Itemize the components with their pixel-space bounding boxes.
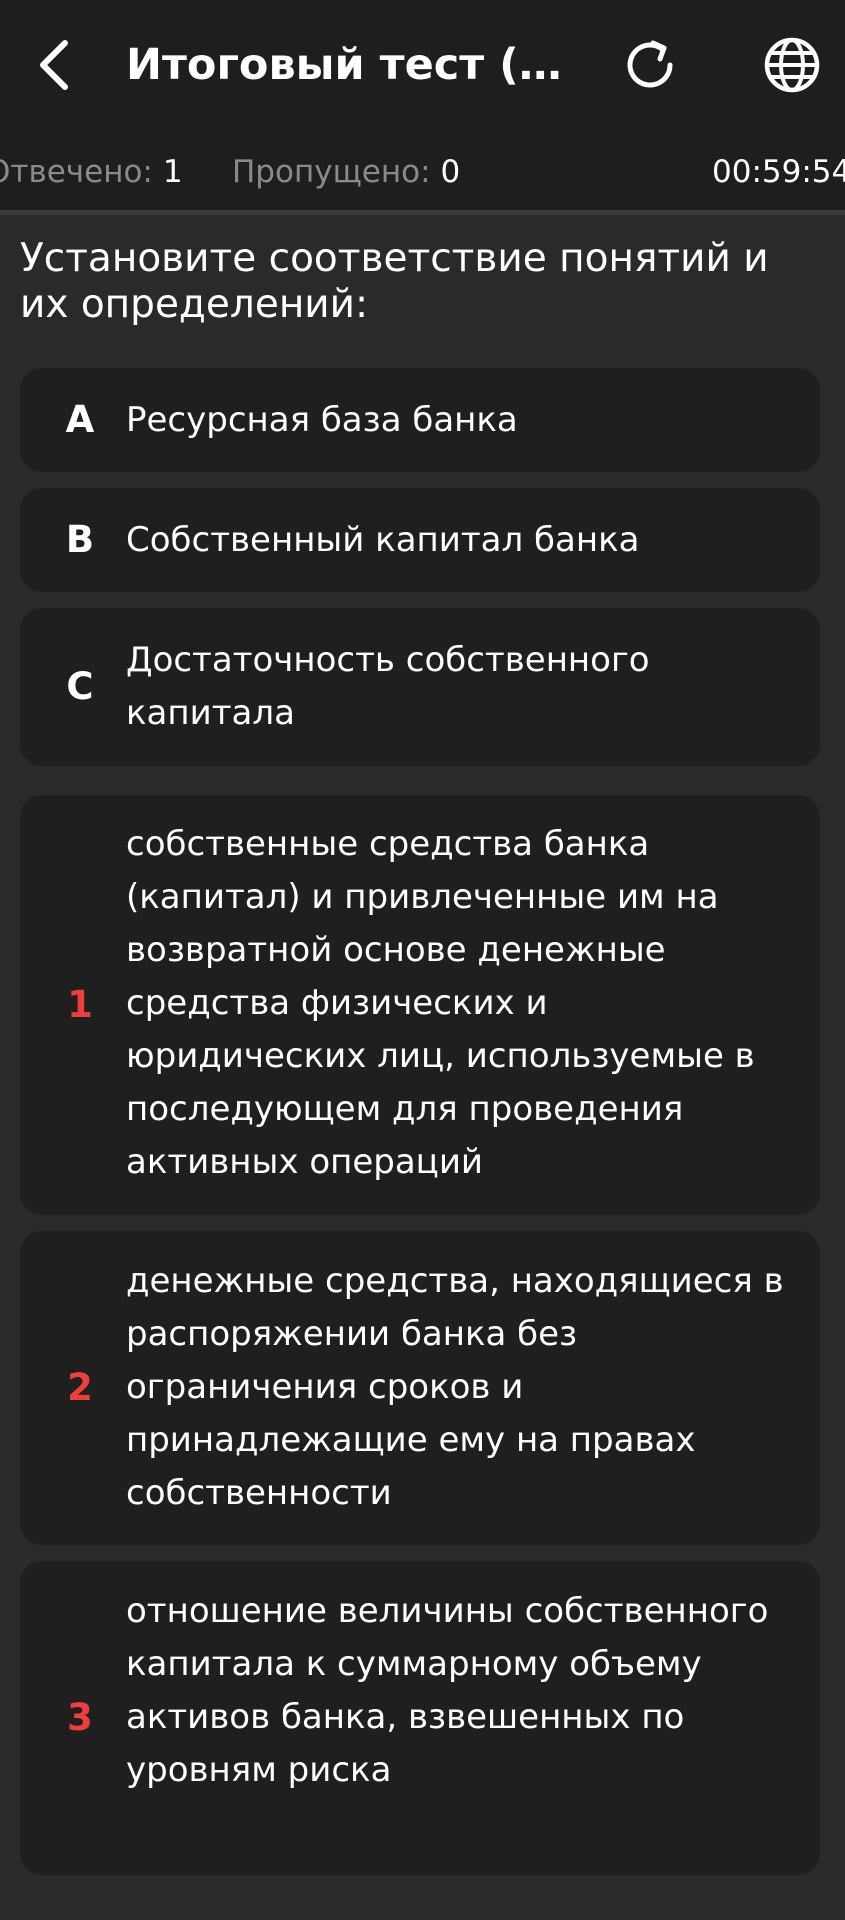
back-button[interactable] [18, 28, 92, 102]
definition-text: денежные средства, находящиеся в распоря… [126, 1261, 784, 1513]
divider [0, 210, 845, 215]
page-title: Итоговый тест (пе… [126, 40, 566, 90]
timer: 00:59:54 [712, 154, 845, 190]
refresh-icon [627, 40, 673, 88]
skipped-label: Пропущено: [232, 154, 431, 190]
definition-key: 3 [67, 1696, 93, 1739]
definition-key: 2 [67, 1366, 93, 1409]
answered-label: Отвечено: [0, 154, 153, 190]
answered-count: 1 [162, 154, 183, 190]
definition-text: собственные средства банка (капитал) и п… [126, 824, 755, 1182]
concept-card-a[interactable]: A Ресурсная база банка [20, 368, 820, 472]
answered-stat: Отвечено: 1 [0, 152, 183, 192]
concept-text: Собственный капитал банка [126, 520, 640, 560]
stats-bar: Отвечено: 1 Пропущено: 0 00:59:54 [0, 132, 845, 212]
concept-card-c[interactable]: C Достаточность собственного капитала [20, 608, 820, 766]
language-button[interactable] [752, 28, 832, 102]
globe-icon [764, 37, 820, 93]
concept-key: A [65, 398, 95, 441]
app-bar: Итоговый тест (пе… [0, 0, 845, 132]
concept-card-b[interactable]: B Собственный капитал банка [20, 488, 820, 592]
refresh-button[interactable] [610, 28, 690, 102]
question-text: Установите соответствие понятий и их опр… [20, 236, 769, 327]
definition-text: отношение величины собственного капитала… [126, 1591, 769, 1790]
definition-card-1[interactable]: 1 собственные средства банка (капитал) и… [20, 795, 820, 1215]
concept-key: C [66, 665, 94, 708]
concept-text: Достаточность собственного капитала [126, 640, 650, 733]
definition-key: 1 [67, 983, 93, 1026]
concept-key: B [65, 518, 95, 561]
definition-card-2[interactable]: 2 денежные средства, находящиеся в распо… [20, 1231, 820, 1545]
chevron-left-icon [40, 40, 68, 90]
definition-card-3[interactable]: 3 отношение величины собственного капита… [20, 1561, 820, 1875]
skipped-stat: Пропущено: 0 [232, 152, 460, 192]
skipped-count: 0 [440, 154, 461, 190]
concept-text: Ресурсная база банка [126, 400, 518, 440]
